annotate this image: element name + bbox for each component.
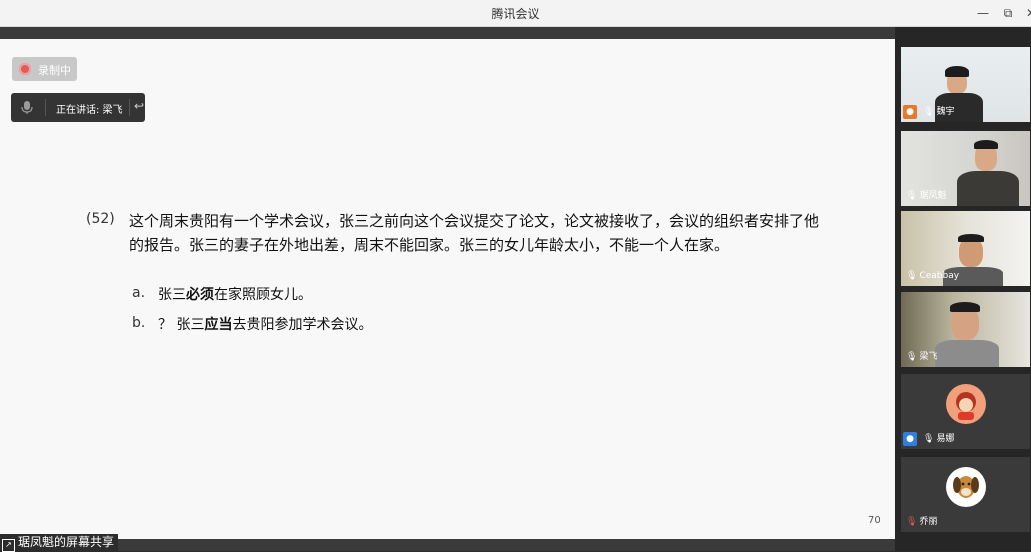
speaking-label: 正在讲话: 梁飞 [56, 105, 123, 116]
screen-share-label: 琚凤魁的屏幕共享 [18, 535, 115, 549]
participant-name-bar: 🎙 梁飞 [906, 352, 938, 362]
option-letter: b. [132, 315, 146, 331]
example-number: (52) [86, 211, 115, 227]
bottom-bar [0, 539, 895, 551]
participant-name-bar: 🎙 易娜 [923, 434, 955, 444]
participant-tile[interactable]: ● 🎙 魏宇 [901, 47, 1030, 122]
user-icon: ● [903, 105, 917, 119]
screen-share-icon: ↗ [2, 539, 15, 552]
avatar [946, 384, 986, 424]
recording-indicator[interactable]: 录制中 [12, 57, 77, 81]
maximize-icon[interactable]: ⧉ [997, 3, 1019, 23]
microphone-icon: 🎙 [906, 352, 918, 362]
participant-tile[interactable]: ● 🎙 易娜 [901, 374, 1030, 449]
close-icon[interactable]: ✕ [1020, 3, 1031, 23]
top-strip [0, 27, 895, 39]
participant-tile[interactable]: 🎙 乔丽 [901, 457, 1030, 532]
participant-name-bar: 🎙 魏宇 [923, 107, 955, 117]
recording-label: 录制中 [38, 64, 71, 77]
window-title: 腾讯会议 [491, 7, 540, 21]
participant-name-bar: 🎙 乔丽 [906, 517, 938, 527]
record-dot-icon [19, 63, 31, 75]
minimize-icon[interactable]: — [972, 3, 994, 23]
title-bar: 腾讯会议 — ⧉ ✕ [0, 0, 1031, 27]
microphone-icon: 🎙 [906, 191, 918, 201]
microphone-icon: 🎙 [923, 107, 935, 117]
user-icon: ● [903, 432, 917, 446]
participant-name-bar: 🎙 Ceabbay [906, 271, 960, 281]
option-text: 张三必须在家照顾女儿。 [158, 287, 312, 303]
collapse-icon[interactable]: ↩ [134, 99, 144, 113]
shared-screen: 录制中 正在讲话: 梁飞 ↩ (52) 这个周末贵阳有一个学术会议，张三之前向这… [0, 39, 895, 539]
participant-tile[interactable]: 🎙 琚凤魁 [901, 131, 1030, 206]
microphone-icon [20, 100, 34, 115]
page-number: 70 [868, 515, 881, 526]
participant-tile[interactable]: 🎙 Ceabbay [901, 211, 1030, 286]
option-text: ？ 张三应当去贵阳参加学术会议。 [158, 317, 373, 333]
muted-microphone-icon: 🎙 [906, 517, 918, 527]
participant-name-bar: 🎙 琚凤魁 [906, 191, 947, 201]
screen-share-tag[interactable]: ↗ 琚凤魁的屏幕共享 [0, 534, 119, 552]
speaking-indicator: 正在讲话: 梁飞 ↩ [11, 93, 145, 122]
microphone-icon: 🎙 [923, 434, 935, 444]
microphone-icon: 🎙 [906, 271, 918, 281]
slide-paragraph: 这个周末贵阳有一个学术会议，张三之前向这个会议提交了论文，论文被接收了，会议的组… [129, 212, 820, 254]
avatar [946, 467, 986, 507]
participant-tile[interactable]: 🎙 梁飞 [901, 292, 1030, 367]
option-letter: a. [132, 285, 146, 301]
